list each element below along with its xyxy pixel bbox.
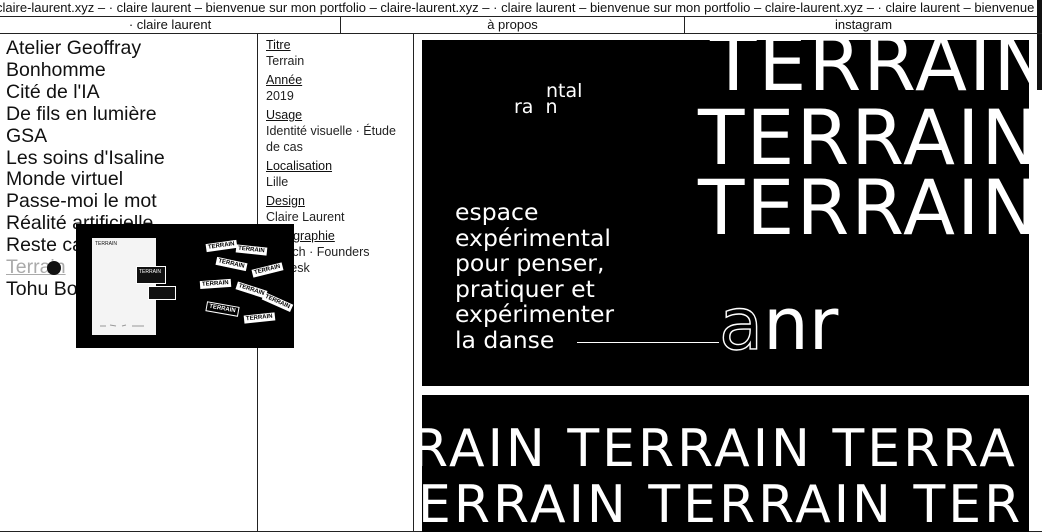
- project-item[interactable]: Atelier Geoffray: [6, 37, 165, 60]
- location-label: Localisation: [266, 159, 333, 173]
- preview-document: TERRAIN: [92, 238, 156, 335]
- project-item[interactable]: De fils en lumière: [6, 103, 165, 126]
- top-nav: · claire laurent à propos instagram: [0, 16, 1042, 34]
- tagline-line: la danse: [455, 325, 555, 354]
- title-label: Titre: [266, 38, 291, 52]
- marquee-banner: claire-laurent.xyz – · claire laurent – …: [0, 0, 1042, 17]
- preview-card: TERRAIN: [235, 244, 268, 256]
- preview-card-dark: TERRAIN: [136, 266, 166, 284]
- anr-a: a: [718, 282, 764, 366]
- year-label: Année: [266, 73, 303, 87]
- year-value: 2019: [266, 89, 294, 103]
- project-item[interactable]: Bonhomme: [6, 59, 165, 82]
- design-value: Claire Laurent: [266, 210, 345, 224]
- preview-card: TERRAIN: [205, 301, 240, 317]
- tagline-line: expérimenter: [455, 300, 615, 328]
- project-item[interactable]: Passe-moi le mot: [6, 190, 165, 213]
- terrain-logo-mark: ntal ra n: [514, 80, 582, 118]
- terrain-row-1: RAIN TERRAIN TERRA: [422, 419, 1018, 479]
- project-item[interactable]: Les soins d'Isaline: [6, 147, 165, 170]
- tagline-line: expérimental: [455, 223, 611, 252]
- preview-card-dark-small: [148, 286, 176, 300]
- terrain-headline-3: TERRAIN: [698, 163, 1029, 252]
- project-image-2: RAIN TERRAIN TERRA ERRAIN TERRAIN TER: [422, 395, 1029, 532]
- usage-label: Usage: [266, 108, 303, 122]
- terrain-row-2: ERRAIN TERRAIN TER: [422, 475, 1024, 532]
- tagline-line: pour penser,: [455, 249, 605, 277]
- preview-card: TERRAIN: [251, 262, 284, 278]
- tagline-line: espace: [455, 198, 539, 226]
- nav-instagram-link[interactable]: instagram: [685, 16, 1042, 33]
- preview-card: TERRAIN: [261, 292, 293, 312]
- preview-card: TERRAIN: [215, 256, 248, 272]
- tagline: espace expérimental pour penser, pratiqu…: [455, 198, 615, 354]
- design-label: Design: [266, 194, 305, 208]
- preview-doc-marks: [100, 324, 144, 327]
- anr-rest: nr: [763, 282, 839, 366]
- nav-home-link[interactable]: · claire laurent: [0, 16, 341, 33]
- project-item[interactable]: Cité de l'IA: [6, 81, 165, 104]
- tagline-rule: [577, 342, 719, 343]
- project-item[interactable]: Monde virtuel: [6, 169, 165, 191]
- preview-card: TERRAIN: [205, 239, 238, 253]
- marquee-text: claire-laurent.xyz – · claire laurent – …: [0, 0, 1042, 15]
- anr-logo: anr: [718, 287, 838, 360]
- usage-value: Identité visuelle · Étude de cas: [266, 124, 396, 154]
- project-preview-thumbnail: TERRAIN TERRAIN TERRAIN TERRAIN TERRAIN …: [76, 224, 294, 348]
- project-image-1: TERRAIN TERRAIN TERRAIN ntal ra n espace…: [422, 40, 1029, 386]
- preview-card: TERRAIN: [199, 278, 231, 290]
- preview-card: TERRAIN: [243, 312, 276, 324]
- title-value: Terrain: [266, 54, 305, 68]
- tagline-line: pratiquer et: [455, 274, 595, 303]
- column-divider: [413, 34, 414, 532]
- scrollbar[interactable]: [1037, 0, 1042, 90]
- cursor-icon: [47, 261, 61, 275]
- location-value: Lille: [266, 175, 289, 189]
- project-item[interactable]: GSA: [6, 125, 165, 148]
- nav-about-link[interactable]: à propos: [341, 16, 685, 33]
